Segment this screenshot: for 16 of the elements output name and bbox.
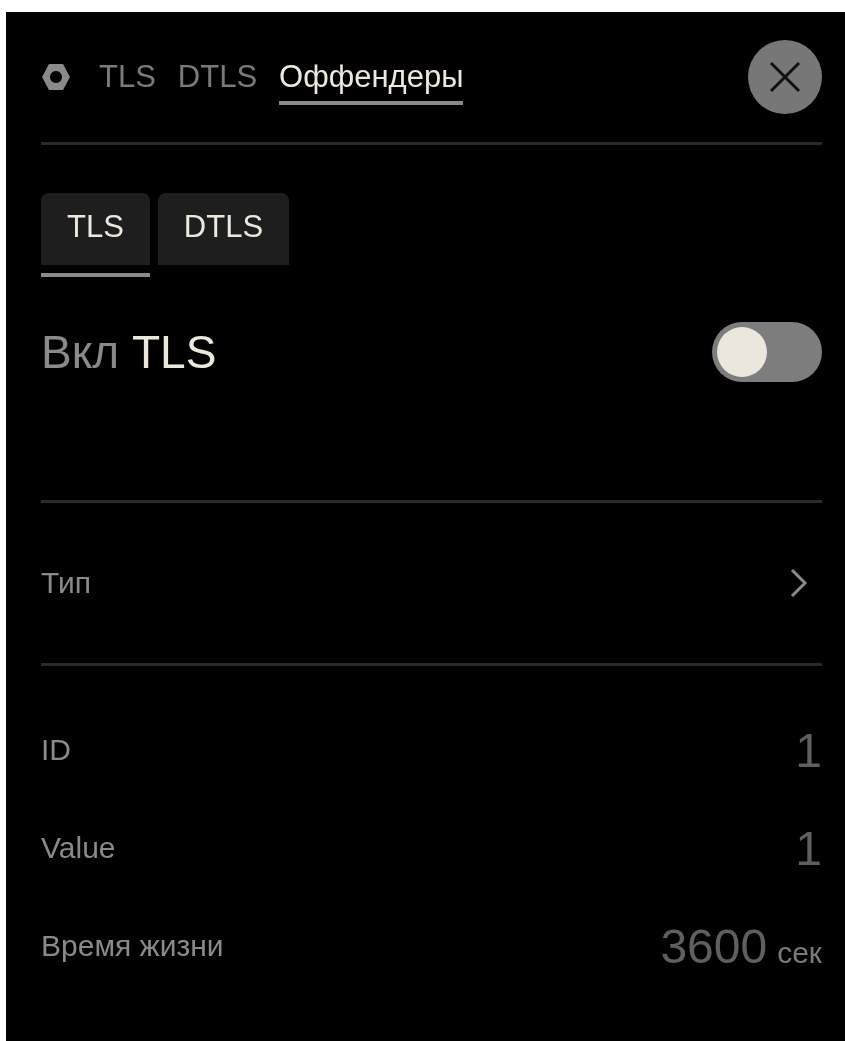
field-label: ID — [41, 733, 71, 767]
close-icon — [767, 59, 803, 95]
field-value: 1 — [795, 722, 822, 778]
unit-label: сек — [777, 935, 822, 970]
field-value: 1 — [795, 820, 822, 876]
segment-tab[interactable]: TLS — [41, 193, 150, 277]
field-value: 3600 — [660, 918, 768, 974]
tab[interactable]: Оффендеры — [279, 59, 464, 105]
field-label: Value — [41, 831, 116, 865]
chevron-icon — [790, 568, 808, 598]
tab[interactable]: DTLS — [177, 59, 258, 105]
hexagon-icon — [41, 63, 71, 91]
row-label[interactable]: Тип — [41, 566, 91, 600]
field-label: Время жизни — [41, 929, 224, 963]
setting-title: Вкл TLS — [41, 324, 217, 379]
tab[interactable]: TLS — [99, 59, 156, 105]
